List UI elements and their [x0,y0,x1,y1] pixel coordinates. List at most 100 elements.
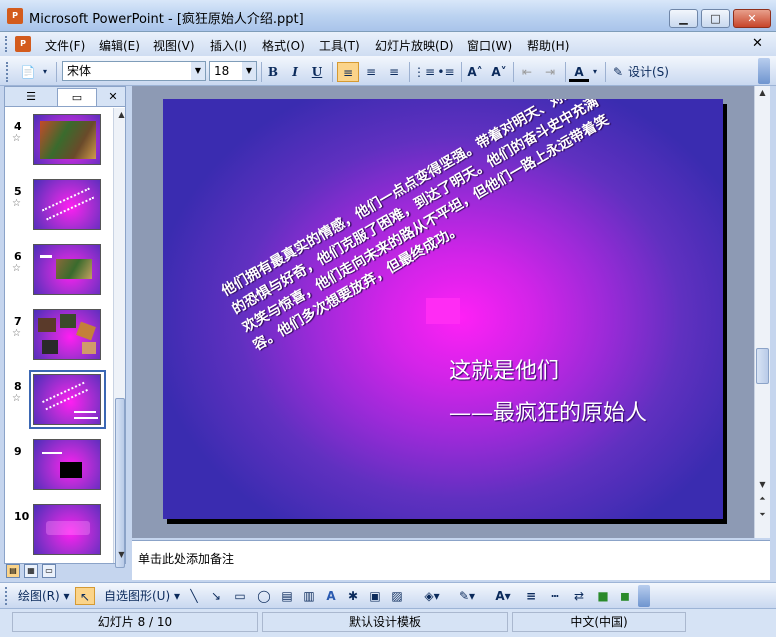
view-buttons: ▤ ▦ ▭ [4,564,126,580]
3d-style-icon[interactable]: ◼ [616,587,634,605]
notes-pane[interactable]: 单击此处添加备注 [132,540,770,580]
pane-tabs: ☰ ▭ ✕ [5,87,125,107]
scroll-down-icon[interactable]: ▼ [756,478,769,492]
italic-button[interactable]: I [286,62,304,82]
align-left-icon[interactable]: ≡ [337,62,359,82]
line-icon[interactable]: ╲ [186,587,202,605]
font-size-combo[interactable]: 18 ▼ [209,61,257,81]
slide-scrollbar[interactable]: ▲ ▼ ⏶ ⏷ [754,86,770,538]
arrow-style-icon[interactable]: ⇄ [570,587,588,605]
bullets-icon[interactable]: •≡ [436,62,456,82]
close-document-icon[interactable]: ✕ [752,36,763,51]
close-button[interactable]: ✕ [733,9,771,28]
scroll-up-icon[interactable]: ▲ [115,108,128,122]
chevron-down-icon[interactable]: ▾ [40,62,50,82]
slide-number: 9 [14,445,22,458]
animation-star-icon: ☆ [12,198,21,209]
powerpoint-icon[interactable]: P [7,8,23,24]
toolbar-grip[interactable] [6,62,10,82]
maximize-button[interactable]: □ [701,9,730,28]
rectangle-icon[interactable]: ▭ [230,587,250,605]
slide-thumbnail-5[interactable] [33,179,101,230]
toolbar-grip[interactable] [5,587,8,605]
align-right-icon[interactable]: ≡ [384,62,404,82]
menu-help[interactable]: 帮助(H) [527,37,569,54]
font-color-button[interactable]: A [569,62,589,82]
slide-title-line-2[interactable]: ——最疯狂的原始人 [449,395,647,427]
tab-slides[interactable]: ▭ [57,88,97,106]
diagram-icon[interactable]: ✱ [344,587,362,605]
chevron-down-icon[interactable]: ▼ [242,62,256,80]
bold-button[interactable]: B [264,62,282,82]
menu-insert[interactable]: 插入(I) [210,37,247,54]
separator [56,62,57,82]
arrow-icon[interactable]: ↘ [208,587,224,605]
text-box-icon[interactable]: ▤ [278,587,296,605]
select-objects-icon[interactable]: ↖ [75,587,95,605]
clip-art-icon[interactable]: ▣ [366,587,384,605]
slides-scrollbar[interactable]: ▲ ▼ [113,108,128,568]
oval-icon[interactable]: ◯ [254,587,274,605]
font-size-value: 18 [214,64,230,78]
animation-star-icon: ☆ [12,263,21,274]
slide-thumbnail-7[interactable] [33,309,101,360]
menu-tools[interactable]: 工具(T) [319,37,360,54]
tab-outline[interactable]: ☰ [9,88,53,106]
normal-view-icon[interactable]: ▤ [6,564,20,578]
document-icon[interactable]: P [15,36,31,52]
wordart-icon[interactable]: A [322,587,340,605]
thumbnail-image [76,321,96,341]
slide-thumbnail-10[interactable] [33,504,101,555]
vertical-text-box-icon[interactable]: ▥ [300,587,318,605]
new-document-icon[interactable]: 📄 [18,62,38,82]
design-icon[interactable]: ✎ [610,62,626,82]
dash-style-icon[interactable]: ┅ [546,587,564,605]
menu-view[interactable]: 视图(V) [153,37,195,54]
toolbar-grip[interactable] [5,36,8,52]
fill-color-icon[interactable]: ◈▾ [420,587,444,605]
font-color-icon[interactable]: A▾ [490,587,516,605]
current-slide[interactable]: 他们拥有最真实的情感，他们一点点变得坚强。带着对明天、对未来的恐惧与好奇，他们克… [163,99,723,519]
underline-button[interactable]: U [308,62,326,82]
previous-slide-icon[interactable]: ⏶ [756,492,769,506]
scroll-up-icon[interactable]: ▲ [756,86,769,100]
numbering-icon[interactable]: ⋮≡ [413,62,435,82]
line-color-icon[interactable]: ✎▾ [454,587,480,605]
menu-window[interactable]: 窗口(W) [467,37,512,54]
increase-font-button[interactable]: A˄ [465,62,485,82]
minimize-button[interactable]: ▁ [669,9,698,28]
menu-format[interactable]: 格式(O) [262,37,305,54]
insert-picture-icon[interactable]: ▨ [388,587,406,605]
scroll-down-icon[interactable]: ▼ [115,548,128,562]
decrease-indent-icon[interactable]: ⇤ [517,62,537,82]
align-center-icon[interactable]: ≡ [361,62,381,82]
slide-thumbnail-4[interactable] [33,114,101,165]
scrollbar-thumb[interactable] [756,348,769,384]
slide-thumbnail-9[interactable] [33,439,101,490]
menu-slideshow[interactable]: 幻灯片放映(D) [375,37,454,54]
slide-thumbnail-8[interactable] [33,374,101,425]
slide-sorter-view-icon[interactable]: ▦ [24,564,38,578]
toolbar-options-button[interactable] [638,585,650,607]
menu-edit[interactable]: 编辑(E) [99,37,140,54]
decrease-font-button[interactable]: A˅ [489,62,509,82]
next-slide-icon[interactable]: ⏷ [756,508,769,522]
increase-indent-icon[interactable]: ⇥ [540,62,560,82]
design-button[interactable]: 设计(S) [628,62,672,82]
chevron-down-icon[interactable]: ▼ [191,62,205,80]
separator [261,62,262,82]
slide-title-line-1[interactable]: 这就是他们 [449,353,559,385]
autoshapes-menu-button[interactable]: 自选图形(U) ▾ [104,587,188,605]
slideshow-view-icon[interactable]: ▭ [42,564,56,578]
draw-menu-button[interactable]: 绘图(R) ▾ [18,587,74,605]
slide-thumbnail-6[interactable] [33,244,101,295]
font-name-combo[interactable]: 宋体 ▼ [62,61,206,81]
shadow-style-icon[interactable]: ■ [594,587,612,605]
menu-file[interactable]: 文件(F) [45,37,85,54]
scrollbar-thumb[interactable] [115,398,125,568]
slides-pane: ☰ ▭ ✕ 4 ☆ 5 ☆ 6 ☆ 7 ☆ 8 ☆ 9 10 ▲ ▼ [4,86,128,568]
chevron-down-icon[interactable]: ▾ [590,62,600,82]
close-pane-icon[interactable]: ✕ [105,88,121,106]
line-style-icon[interactable]: ≡ [522,587,540,605]
toolbar-options-button[interactable] [758,58,770,84]
